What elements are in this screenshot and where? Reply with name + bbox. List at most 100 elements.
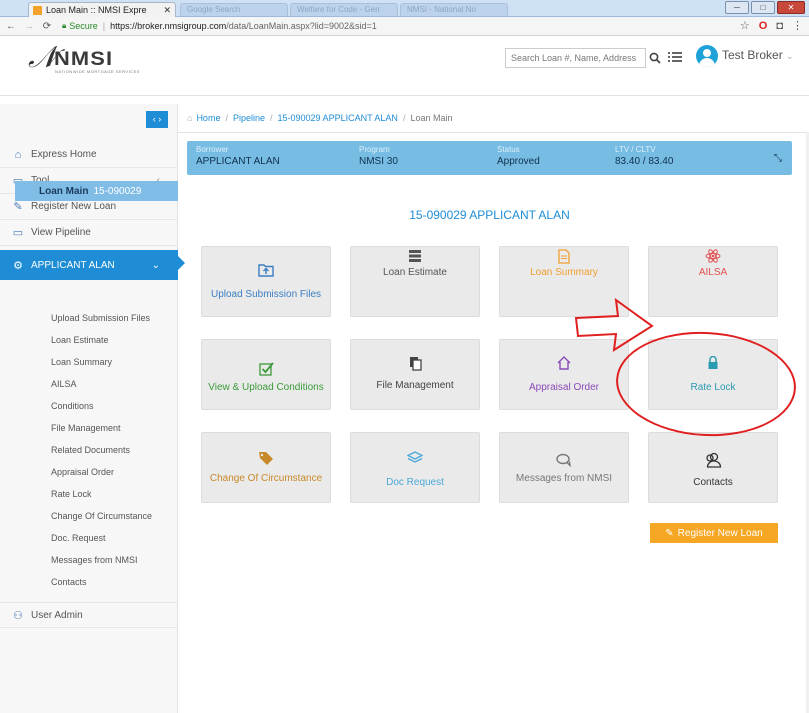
- tile-label: Contacts: [693, 477, 733, 488]
- url-field[interactable]: 🔒︎ Secure | https://broker.nmsigroup.com…: [62, 21, 377, 31]
- window-close-button[interactable]: ✕: [777, 1, 805, 14]
- sidebar-sub-item[interactable]: Conditions: [51, 401, 94, 411]
- monitor-icon: ▭: [12, 227, 24, 239]
- tile-loan-estimate[interactable]: Loan Estimate: [350, 246, 480, 317]
- sidebar-sub-item[interactable]: Doc. Request: [51, 533, 106, 543]
- sidebar-sub-item[interactable]: AILSA: [51, 379, 77, 389]
- tile-view-upload-conditions[interactable]: View & Upload Conditions: [201, 339, 331, 410]
- register-new-loan-button[interactable]: ✎ Register New Loan: [650, 523, 778, 543]
- search-input[interactable]: Search Loan #, Name, Address: [505, 48, 646, 68]
- tile-ailsa[interactable]: AILSA: [648, 246, 778, 317]
- gear-icon: ⚙: [13, 259, 23, 272]
- sidebar-sub-item[interactable]: Messages from NMSI: [51, 555, 138, 565]
- extension-icon[interactable]: ◘: [776, 20, 783, 32]
- sidebar-sub-item[interactable]: Rate Lock: [51, 489, 92, 499]
- sidebar-sub-item[interactable]: Loan Estimate: [51, 335, 109, 345]
- sidebar-item-label: Register New Loan: [31, 201, 117, 212]
- tag-icon: [202, 449, 330, 467]
- chevron-down-icon: ⌄: [151, 259, 160, 271]
- breadcrumb-home[interactable]: Home: [196, 113, 220, 123]
- contacts-icon: [649, 451, 777, 469]
- breadcrumb-pipeline[interactable]: Pipeline: [233, 113, 265, 123]
- check-icon: [202, 360, 330, 378]
- sidebar-item-express-home[interactable]: ⌂ Express Home: [0, 142, 178, 168]
- maximize-button[interactable]: □: [751, 1, 775, 14]
- sidebar-sub-item[interactable]: Upload Submission Files: [51, 313, 150, 323]
- sidebar-item-label: User Admin: [31, 609, 83, 621]
- tile-label: Doc Request: [386, 477, 444, 488]
- program-label: Program: [359, 145, 390, 154]
- document-icon: [500, 247, 628, 265]
- sidebar-sub-item[interactable]: File Management: [51, 423, 121, 433]
- tile-file-management[interactable]: File Management: [350, 339, 480, 410]
- tile-contacts[interactable]: Contacts: [648, 432, 778, 503]
- tile-upload-submission-files[interactable]: Upload Submission Files: [201, 246, 331, 317]
- logo-text: NMSI: [54, 49, 114, 70]
- expand-icon[interactable]: ⤡: [774, 153, 782, 164]
- header-divider: [0, 95, 809, 96]
- status-label: Status: [497, 145, 520, 154]
- list-icon[interactable]: [668, 50, 682, 64]
- annotation-arrow: [574, 297, 654, 352]
- tile-label: Upload Submission Files: [210, 289, 322, 300]
- back-icon[interactable]: ←: [4, 21, 18, 32]
- sidebar-item-view-pipeline[interactable]: ▭ View Pipeline: [0, 220, 178, 246]
- users-icon: ⚇: [13, 609, 23, 622]
- browser-titlebar: Loan Main :: NMSI Expre ✕ Google Search …: [0, 0, 809, 17]
- menu-icon[interactable]: ⋮: [792, 19, 803, 32]
- loan-title: 15-090029 APPLICANT ALAN: [409, 208, 570, 222]
- tile-doc-request[interactable]: Doc Request: [350, 432, 480, 503]
- minimize-button[interactable]: ─: [725, 1, 749, 14]
- ltv-label: LTV / CLTV: [615, 145, 656, 154]
- search-icon[interactable]: [646, 48, 664, 68]
- tab-title: Loan Main :: NMSI Expre: [46, 5, 147, 15]
- tile-label: Change Of Circumstance: [209, 473, 323, 484]
- edit-icon: ✎: [665, 527, 674, 539]
- sidebar-item-label: View Pipeline: [31, 227, 91, 238]
- loan-main-label: Loan Main: [39, 185, 89, 197]
- house-icon: [500, 354, 628, 372]
- user-avatar[interactable]: [696, 45, 718, 67]
- tile-label: File Management: [376, 380, 454, 391]
- browser-tab-active[interactable]: Loan Main :: NMSI Expre ✕: [28, 2, 176, 17]
- forward-icon[interactable]: →: [22, 21, 36, 32]
- nmsi-logo[interactable]: 𝒩 NMSI NATIONWIDE MORTGAGE SERVICES: [28, 40, 154, 75]
- sidebar-sub-item[interactable]: Contacts: [51, 577, 87, 587]
- bookmark-star-icon[interactable]: ☆: [740, 19, 750, 32]
- sidebar-sub-item[interactable]: Appraisal Order: [51, 467, 114, 477]
- sidebar-sub-item[interactable]: Related Documents: [51, 445, 130, 455]
- secure-label: Secure: [69, 21, 98, 31]
- tab-close-icon[interactable]: ✕: [163, 5, 171, 16]
- tile-label: Messages from NMSI: [515, 473, 613, 484]
- browser-tab[interactable]: Google Search: [180, 3, 288, 16]
- reload-icon[interactable]: ⟳: [40, 21, 54, 32]
- opera-icon[interactable]: O: [759, 20, 768, 32]
- browser-tab[interactable]: NMSI - National No: [400, 3, 508, 16]
- address-bar: ← → ⟳ 🔒︎ Secure | https://broker.nmsigro…: [0, 17, 809, 36]
- logo-tagline: NATIONWIDE MORTGAGE SERVICES: [55, 69, 140, 74]
- tile-messages-from-nmsi[interactable]: Messages from NMSI: [499, 432, 629, 503]
- breadcrumb-loan[interactable]: 15-090029 APPLICANT ALAN: [278, 113, 398, 123]
- breadcrumb: ⌂ Home / Pipeline / 15-090029 APPLICANT …: [187, 113, 453, 123]
- browser-tab[interactable]: Welfare for Code - Gen: [290, 3, 398, 16]
- sidebar-sub-item[interactable]: Change Of Circumstance: [51, 511, 152, 521]
- sidebar-item-user-admin[interactable]: ⚇ User Admin: [0, 602, 178, 628]
- user-menu[interactable]: Test Broker ⌄: [722, 48, 794, 62]
- sidebar-toggle-button[interactable]: ‹ ›: [146, 111, 168, 128]
- sidebar-item-label: Express Home: [31, 149, 97, 160]
- server-icon: [351, 247, 479, 265]
- tile-label: Appraisal Order: [528, 382, 600, 393]
- layers-icon: [351, 449, 479, 467]
- status-field: Status Approved: [497, 145, 540, 167]
- url-host: https://broker.nmsigroup.com: [110, 21, 227, 31]
- home-icon: ⌂: [187, 113, 193, 123]
- program-value: NMSI 30: [359, 156, 398, 167]
- home-icon: ⌂: [14, 148, 22, 161]
- sidebar-sub-loan-main[interactable]: Loan Main 15-090029: [15, 181, 178, 201]
- chat-icon: [500, 451, 628, 469]
- sidebar-sub-item[interactable]: Loan Summary: [51, 357, 112, 367]
- tile-change-of-circumstance[interactable]: Change Of Circumstance: [201, 432, 331, 503]
- tile-label: Loan Estimate: [383, 267, 447, 278]
- sidebar-item-applicant[interactable]: ⚙ APPLICANT ALAN ⌄: [0, 250, 185, 280]
- browser-actions: ☆ O ◘ ⋮: [740, 19, 803, 33]
